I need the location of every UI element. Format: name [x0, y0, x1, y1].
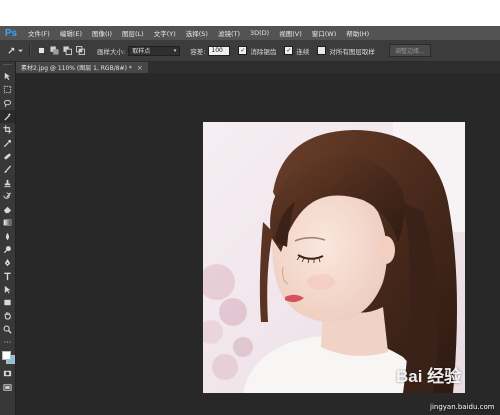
- sample-size-select[interactable]: 取样点 ▾: [128, 45, 181, 56]
- dodge-tool[interactable]: [0, 243, 15, 256]
- menu-edit[interactable]: 编辑(E): [60, 28, 82, 38]
- foreground-color-swatch[interactable]: [2, 351, 11, 361]
- clone-stamp-tool[interactable]: [0, 176, 15, 189]
- subtract-selection-icon[interactable]: [62, 46, 72, 56]
- tolerance-input[interactable]: 100: [208, 45, 231, 56]
- quick-mask-button[interactable]: [0, 367, 15, 380]
- intersect-selection-icon[interactable]: [75, 46, 85, 56]
- hand-tool[interactable]: [0, 309, 15, 322]
- blur-icon: [5, 232, 10, 240]
- gradient-icon: [3, 219, 12, 226]
- gradient-tool[interactable]: [0, 216, 15, 229]
- dodge-icon: [3, 246, 11, 254]
- anti-alias-label: 消除锯齿: [250, 47, 277, 56]
- menu-3d[interactable]: 3D(D): [250, 29, 269, 37]
- menu-window[interactable]: 窗口(W): [312, 28, 337, 38]
- menu-bar: Ps 文件(F) 编辑(E) 图像(I) 图层(L) 文字(Y) 选择(S) 滤…: [0, 26, 500, 40]
- crop-icon: [3, 125, 12, 134]
- sample-all-layers-label: 对所有图层取样: [329, 47, 375, 56]
- shape-tool[interactable]: [0, 296, 15, 309]
- history-brush-tool[interactable]: [0, 190, 15, 203]
- lasso-icon: [3, 99, 12, 107]
- lasso-tool[interactable]: [0, 97, 15, 110]
- marquee-icon: [3, 86, 12, 94]
- document-tab[interactable]: 素材2.jpg @ 110% (图层 1, RGB/8#) * ×: [16, 62, 148, 73]
- document-tab-title: 素材2.jpg @ 110% (图层 1, RGB/8#) *: [21, 65, 132, 72]
- eraser-tool[interactable]: [0, 203, 15, 216]
- move-icon: [4, 73, 11, 81]
- path-select-icon: [4, 285, 11, 294]
- history-brush-icon: [3, 192, 12, 199]
- eraser-icon: [3, 206, 12, 214]
- checkmark-icon: ✓: [284, 46, 294, 55]
- menu-view[interactable]: 视图(V): [279, 28, 302, 38]
- anti-alias-checkbox[interactable]: ✓ 消除锯齿: [238, 46, 276, 56]
- contiguous-label: 连续: [296, 47, 310, 56]
- separator: [29, 44, 30, 57]
- pen-tool[interactable]: [0, 256, 15, 269]
- screen-mode-icon: [3, 384, 12, 391]
- eyedropper-icon: [3, 139, 12, 147]
- menu-type[interactable]: 文字(Y): [154, 28, 176, 38]
- menu-select[interactable]: 选择(S): [186, 28, 208, 38]
- chevron-down-icon: ▾: [173, 47, 177, 54]
- menu-filter[interactable]: 滤镜(T): [218, 28, 240, 38]
- healing-icon: [4, 153, 11, 160]
- magic-wand-icon: [4, 112, 12, 121]
- screen-mode-button[interactable]: [0, 381, 15, 394]
- add-selection-icon[interactable]: [49, 46, 59, 56]
- new-selection-icon[interactable]: [36, 46, 46, 56]
- type-tool[interactable]: [0, 269, 15, 282]
- menu-help[interactable]: 帮助(H): [346, 28, 369, 38]
- panel-grip[interactable]: [3, 64, 12, 69]
- brush-icon: [4, 165, 12, 174]
- tools-panel: ···: [0, 62, 16, 415]
- hand-icon: [4, 312, 11, 321]
- unchecked-box-icon: ✓: [317, 46, 327, 55]
- stamp-icon: [4, 179, 11, 187]
- watermark-brand: Bai 经验: [396, 367, 462, 386]
- tolerance-label: 容差:: [190, 47, 206, 56]
- pen-icon: [4, 259, 11, 267]
- eyedropper-tool[interactable]: [0, 136, 15, 149]
- menu-image[interactable]: 图像(I): [92, 28, 112, 38]
- document-tab-bar: 素材2.jpg @ 110% (图层 1, RGB/8#) * ×: [16, 62, 500, 73]
- checkmark-icon: ✓: [238, 46, 248, 55]
- move-tool[interactable]: [0, 70, 15, 83]
- crop-tool[interactable]: [0, 123, 15, 136]
- more-tools-button[interactable]: ···: [0, 336, 15, 349]
- zoom-tool[interactable]: [0, 323, 15, 336]
- shape-icon: [4, 299, 11, 306]
- menu-file[interactable]: 文件(F): [28, 28, 50, 38]
- options-bar: 画样大小: 取样点 ▾ 容差: 100 ✓ 消除锯齿 ✓ 连续 ✓ 对所有图层取…: [0, 40, 500, 62]
- tool-preset-icon[interactable]: [6, 46, 16, 56]
- ellipsis-icon: ···: [3, 337, 12, 347]
- portrait-image: [203, 122, 465, 393]
- type-icon: [4, 272, 11, 280]
- watermark-url: jingyan.baidu.com: [430, 403, 495, 411]
- close-icon[interactable]: ×: [137, 64, 143, 72]
- sample-size-value: 取样点: [132, 48, 151, 55]
- path-selection-tool[interactable]: [0, 283, 15, 296]
- contiguous-checkbox[interactable]: ✓ 连续: [284, 46, 309, 56]
- blur-tool[interactable]: [0, 230, 15, 243]
- marquee-tool[interactable]: [0, 83, 15, 96]
- color-swatches: [0, 349, 15, 367]
- sample-all-layers-checkbox[interactable]: ✓ 对所有图层取样: [317, 46, 375, 56]
- zoom-icon: [3, 325, 12, 334]
- magic-wand-tool[interactable]: [0, 109, 15, 124]
- baidu-jingyan-watermark: Bai 经验 jingyan.baidu.com: [390, 358, 500, 415]
- menu-layer[interactable]: 图层(L): [122, 28, 144, 38]
- canvas-photo[interactable]: [203, 122, 465, 393]
- sample-size-label: 画样大小:: [97, 47, 126, 56]
- quick-mask-icon: [3, 371, 12, 377]
- photoshop-logo: Ps: [4, 27, 18, 39]
- refine-edge-button[interactable]: 调整边缘...: [388, 44, 431, 57]
- brush-tool[interactable]: [0, 163, 15, 176]
- healing-tool[interactable]: [0, 150, 15, 163]
- dropdown-arrow-icon[interactable]: [17, 46, 23, 56]
